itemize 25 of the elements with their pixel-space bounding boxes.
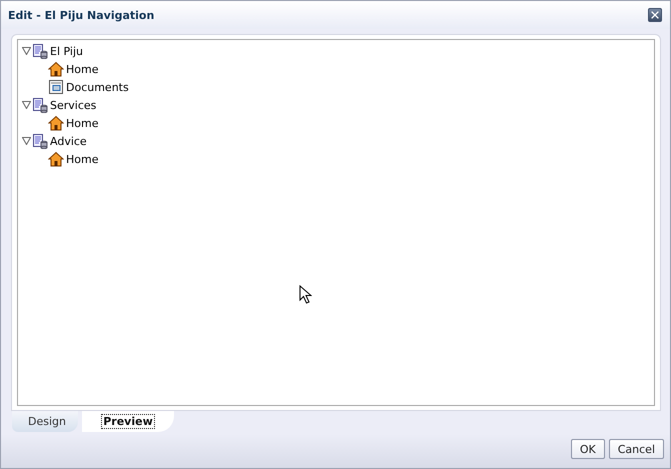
expander-icon[interactable] — [22, 47, 30, 55]
tree-item[interactable]: El Piju — [50, 44, 83, 58]
close-button[interactable] — [648, 8, 662, 22]
page-database-icon — [32, 133, 48, 149]
dialog-button[interactable]: OK — [570, 439, 605, 459]
document-icon — [48, 79, 64, 95]
house-icon — [48, 61, 64, 77]
tree-item[interactable]: Services — [50, 98, 96, 112]
page-database-icon — [32, 43, 48, 59]
window-title: Edit - El Piju Navigation — [8, 8, 154, 22]
mouse-pointer-icon — [299, 285, 312, 305]
dialog-button[interactable]: Cancel — [608, 439, 664, 459]
house-icon — [48, 115, 64, 131]
tab[interactable]: Preview — [82, 411, 174, 432]
tab[interactable]: Design — [12, 411, 78, 432]
tree-item[interactable]: Documents — [66, 80, 129, 94]
tree-item[interactable]: Home — [66, 62, 98, 76]
tree-item[interactable]: Home — [66, 116, 98, 130]
page-database-icon — [32, 97, 48, 113]
close-icon — [650, 10, 660, 20]
expander-icon[interactable] — [22, 101, 30, 109]
tree-item[interactable]: Advice — [50, 134, 87, 148]
tree-item[interactable]: Home — [66, 152, 98, 166]
expander-icon[interactable] — [22, 137, 30, 145]
house-icon — [48, 151, 64, 167]
